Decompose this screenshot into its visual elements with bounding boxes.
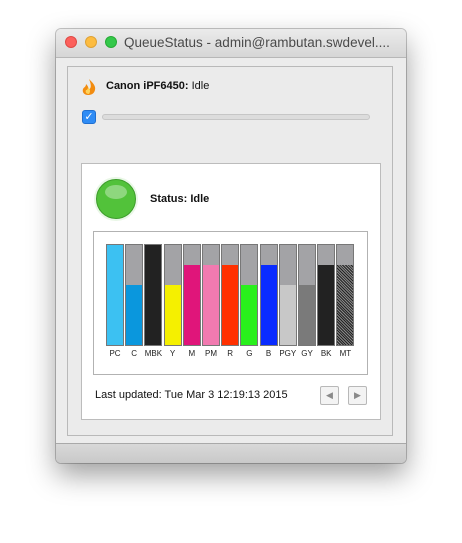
last-updated-text: Last updated: Tue Mar 3 12:19:13 2015 <box>95 389 288 401</box>
ink-cartridge-mt <box>336 244 355 346</box>
queue-status-window: QueueStatus - admin@rambutan.swdevel....… <box>56 29 406 463</box>
status-indicator-icon <box>96 179 136 219</box>
ink-cartridge-g <box>240 244 259 346</box>
window-bottom-bar <box>56 443 406 463</box>
window-title: QueueStatus - admin@rambutan.swdevel.... <box>124 35 390 50</box>
ink-cartridge-pgy <box>278 244 297 346</box>
previous-button[interactable]: ◀ <box>320 386 339 405</box>
ink-cartridge-gy <box>298 244 316 346</box>
ink-level-fill <box>241 285 258 345</box>
title-bar[interactable]: QueueStatus - admin@rambutan.swdevel.... <box>56 29 406 58</box>
ink-cartridge-m <box>182 244 201 346</box>
ink-cartridge-pc <box>106 244 124 346</box>
close-button[interactable] <box>65 36 77 48</box>
ink-cartridge-c <box>125 244 144 346</box>
status-indicator-highlight <box>105 185 127 199</box>
ink-level-fill <box>222 265 239 345</box>
printer-state: Idle <box>191 80 210 92</box>
ink-level-fill <box>183 265 200 345</box>
triangle-right-icon: ▶ <box>354 390 361 400</box>
status-label: Status: Idle <box>150 193 210 205</box>
ink-level-fill <box>318 265 335 345</box>
ink-level-fill <box>337 265 354 345</box>
ink-level-fill <box>203 265 219 345</box>
queue-progress-bar <box>102 114 370 120</box>
minimize-button[interactable] <box>85 36 97 48</box>
ink-cartridge-mbk <box>144 244 163 346</box>
ink-level-fill <box>107 245 123 345</box>
ink-cartridge-b <box>259 244 278 346</box>
status-panel: Status: Idle PC C MBK Y M PM R G B PGY GY BK MT Last… <box>81 163 381 420</box>
flame-icon <box>82 79 96 95</box>
ink-cartridge-pm <box>202 244 220 346</box>
auto-refresh-checkbox[interactable]: ✓ <box>82 110 96 124</box>
printer-name: Canon iPF6450: <box>106 80 189 92</box>
zoom-button[interactable] <box>105 36 117 48</box>
ink-cartridge-bk <box>317 244 336 346</box>
triangle-left-icon: ◀ <box>326 390 333 400</box>
ink-level-fill <box>279 285 296 345</box>
ink-cartridge-y <box>163 244 182 346</box>
ink-cartridge-r <box>221 244 240 346</box>
ink-label: MT <box>339 349 352 358</box>
ink-level-fill <box>299 285 315 345</box>
ink-level-fill <box>145 245 162 345</box>
ink-levels-panel: PC C MBK Y M PM R G B PGY GY BK MT <box>93 231 368 375</box>
ink-level-fill <box>164 285 181 345</box>
ink-level-fill <box>260 265 277 345</box>
printer-status-line: Canon iPF6450: Idle <box>106 80 209 92</box>
next-button[interactable]: ▶ <box>348 386 367 405</box>
ink-level-fill <box>126 285 143 345</box>
